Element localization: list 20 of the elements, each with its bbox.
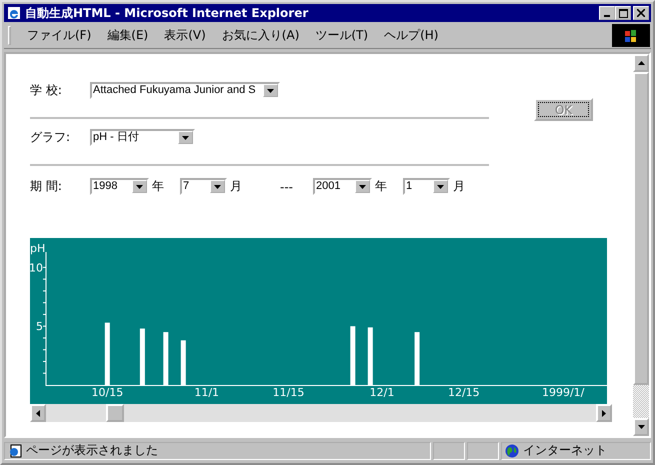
range-separator: --- (280, 180, 293, 194)
axis-label: pH (30, 242, 46, 255)
field-label: 学 校: (30, 82, 63, 99)
tick-label: 11/1 (194, 386, 220, 399)
tick-label: 12/15 (448, 386, 480, 399)
unit-label: 月 (453, 178, 465, 195)
zone-text: インターネット (523, 442, 607, 459)
unit-label: 年 (152, 178, 164, 195)
field-label: 期 間: (30, 178, 63, 195)
tick-label: 12/1 (370, 386, 394, 399)
unit-label: 年 (375, 178, 387, 195)
field-label: グラフ: (30, 129, 72, 146)
tick-label: 5 (36, 320, 43, 334)
tick-label: 10 (30, 261, 43, 274)
unit-label: 月 (230, 178, 242, 195)
tick-label: 11/15 (272, 386, 304, 399)
tick-label: 1999/1/ (542, 386, 584, 399)
status-text: ページが表示されました (26, 442, 158, 459)
tick-label: 10/15 (92, 386, 124, 399)
window-title: 自動生成HTML - Microsoft Internet Explorer (25, 4, 310, 22)
